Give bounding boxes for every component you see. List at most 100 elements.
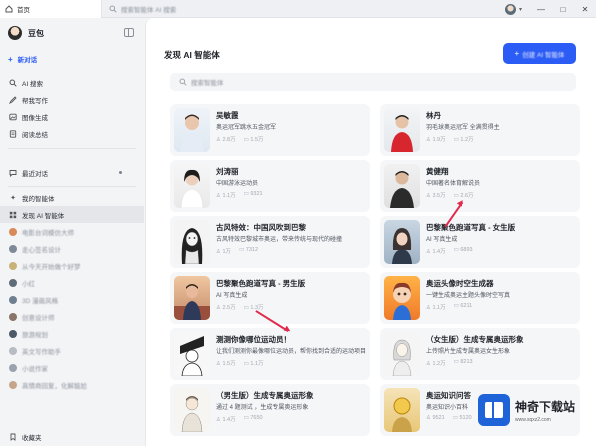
bot-avatar-icon [9, 261, 17, 270]
agent-thumbnail [174, 164, 210, 208]
agent-card[interactable]: 测测你像哪位运动员！ 让我们测测你最像哪位运动员，帮你找到合适的运动项目 ♙ 1… [170, 328, 370, 380]
agent-card[interactable]: （女生版）生成专属奥运形象 上传照片生成专属奥运女生形象 ♙ 1.2万 ▭ 82… [380, 328, 580, 380]
agent-thumbnail [174, 332, 210, 376]
agent-thumbnail [384, 276, 420, 320]
agent-stats: ♙ 9521 ▭ 5120 [426, 415, 472, 421]
sidebar-item-my-agents[interactable]: ✦ 我的智能体 [0, 189, 144, 206]
search-icon [179, 78, 187, 86]
bot-avatar-icon [9, 380, 17, 389]
plus-icon: + [8, 54, 13, 64]
agent-name: 古风特效：中国风吹到巴黎 [216, 223, 306, 232]
sidebar-divider [8, 186, 136, 187]
chevron-down-icon[interactable]: ▾ [519, 6, 522, 13]
sidebar-bot-item[interactable]: 创意设计师 [0, 308, 144, 325]
sidebar-item-label: 小红 [22, 280, 35, 288]
chat-count: ▭ 2.6万 [453, 193, 474, 199]
doc-icon [9, 129, 17, 138]
user-count: ♙ 1.4万 [426, 249, 446, 255]
new-chat-label: 新对话 [17, 57, 38, 64]
agent-card[interactable]: 黄健翔 中国著名体育解说员 ♙ 3.5万 ▭ 2.6万 [380, 160, 580, 212]
user-count: ♙ 1.2万 [426, 361, 446, 367]
sidebar-item-favorites[interactable]: 收藏夹 [0, 429, 144, 445]
sidebar-item-label: 收藏夹 [22, 435, 42, 442]
agent-card[interactable]: 巴黎聚色跑道写真 - 女生版 AI 写真生成 ♙ 1.4万 ▭ 6893 [380, 216, 580, 268]
sidebar-item-writing[interactable]: 帮我写作 [0, 91, 144, 108]
sidebar-bot-item[interactable]: 走心签名设计 [0, 240, 144, 257]
sidebar-item-label: 电影台词模仿大师 [22, 229, 74, 237]
brand: 豆包 [8, 26, 44, 40]
chat-count: ▭ 1.5万 [243, 137, 264, 143]
sidebar-item-discover[interactable]: 发现 AI 智能体 [0, 206, 144, 223]
user-count: ♙ 1万 [216, 249, 232, 255]
bot-avatar-icon [9, 227, 17, 236]
sidebar-item-label: 3D 漫画风格 [22, 297, 59, 305]
agent-card[interactable]: （男生版）生成专属奥运形象 通过 4 题测试 ，生成专属奥运形象 ♙ 1.4万 … [170, 384, 370, 436]
tool-nav: AI 搜索 帮我写作 图像生成 阅读总结 [0, 74, 144, 142]
agent-desc: AI 写真生成 [216, 293, 248, 299]
sidebar-bot-item[interactable]: 3D 漫画风格 [0, 291, 144, 308]
agent-card[interactable]: 巴黎聚色跑道写真 - 男生版 AI 写真生成 ♙ 2.5万 ▭ 1.3万 [170, 272, 370, 324]
agent-stats: ♙ 1.2万 ▭ 8213 [426, 359, 473, 367]
tab-home[interactable]: 首页 [0, 0, 102, 18]
bookmark-icon [9, 433, 17, 441]
agent-card[interactable]: 林丹 羽毛球奥运冠军 全满贯得主 ♙ 1.9万 ▭ 1.2万 [380, 104, 580, 156]
chat-count: ▭ 6893 [453, 247, 473, 253]
sidebar-collapse-icon[interactable] [124, 28, 134, 37]
agent-card[interactable]: 刘涛丽 中国游泳运动员 ♙ 1.1万 ▭ 9321 [170, 160, 370, 212]
top-search-input[interactable]: 搜索智能体 AI 搜索 [103, 0, 313, 18]
agent-stats: ♙ 1.1万 ▭ 6211 [426, 303, 472, 311]
sidebar-item-label: 创意设计师 [22, 314, 55, 322]
sidebar-bot-item[interactable]: 小红 [0, 274, 144, 291]
sidebar-item-label: 帮我写作 [22, 97, 48, 105]
sidebar-bot-item[interactable]: 从今天开始做个好梦 [0, 257, 144, 274]
close-button[interactable]: ✕ [574, 0, 596, 18]
agent-stats: ♙ 1万 ▭ 7312 [216, 247, 258, 255]
sidebar-item-label: 走心签名设计 [22, 246, 61, 254]
minimize-button[interactable]: — [530, 0, 552, 18]
agent-search-placeholder: 搜索智能体 [191, 80, 224, 87]
agent-desc: 让我们测测你最像哪位运动员，帮你找到合适的运动项目 [216, 349, 366, 355]
sidebar-item-ai-search[interactable]: AI 搜索 [0, 74, 144, 91]
sidebar-bot-item[interactable]: 旅游规划 [0, 325, 144, 342]
pen-icon [9, 95, 17, 104]
bot-avatar-icon [9, 278, 17, 287]
sidebar-bot-item[interactable]: 电影台词模仿大师 [0, 223, 144, 240]
bot-nav: ✦ 我的智能体 发现 AI 智能体 电影台词模仿大师 走心签名设计 从今天开始做… [0, 189, 144, 393]
sidebar-bot-item[interactable]: 英文写作助手 [0, 342, 144, 359]
chat-count: ▭ 7312 [239, 247, 259, 253]
brand-name: 豆包 [28, 28, 44, 38]
bot-avatar-icon [9, 363, 17, 372]
agent-card[interactable]: 吴敏霞 奥运冠军跳水五金冠军 ♙ 2.8万 ▭ 1.5万 [170, 104, 370, 156]
watermark-logo: 神奇下载站 www.sqxz2.com [478, 386, 588, 434]
user-avatar[interactable] [504, 3, 516, 15]
sidebar-item-image-gen[interactable]: 图像生成 [0, 108, 144, 125]
create-agent-button[interactable]: + 创建 AI 智能体 [503, 43, 576, 64]
sidebar-bot-item[interactable]: 高情商回复，化解尴尬 [0, 376, 144, 393]
sidebar-item-label: 旅游规划 [22, 331, 48, 339]
sidebar-item-recent[interactable]: 最近对话 [0, 164, 144, 181]
sidebar-item-reading[interactable]: 阅读总结 [0, 125, 144, 142]
sidebar-item-label: 从今天开始做个好梦 [22, 263, 81, 271]
agent-desc: 古风特效巴黎城市奥运，带来传统与现代的碰撞 [216, 237, 343, 243]
agent-thumbnail [174, 388, 210, 432]
agent-thumbnail [174, 220, 210, 264]
agent-desc: 通过 4 题测试 ，生成专属奥运形象 [216, 405, 309, 411]
agent-desc: 中国著名体育解说员 [426, 181, 481, 187]
agent-name: 刘涛丽 [216, 167, 239, 176]
agent-stats: ♙ 1.9万 ▭ 1.2万 [426, 135, 474, 143]
watermark-title: 神奇下载站 [515, 399, 576, 414]
agent-card[interactable]: 奥运头像时空生成器 一键生成奥运主题头像时空写真 ♙ 1.1万 ▭ 6211 [380, 272, 580, 324]
bot-avatar-icon [9, 295, 17, 304]
maximize-button[interactable]: □ [552, 0, 574, 18]
sidebar-item-label: 高情商回复，化解尴尬 [22, 382, 87, 390]
window-controls: ▾ — □ ✕ [504, 0, 596, 18]
agent-stats: ♙ 3.5万 ▭ 2.6万 [426, 191, 474, 199]
agent-card[interactable]: 古风特效：中国风吹到巴黎 古风特效巴黎城市奥运，带来传统与现代的碰撞 ♙ 1万 … [170, 216, 370, 268]
user-count: ♙ 2.5万 [216, 305, 236, 311]
agent-search-input[interactable]: 搜索智能体 [170, 73, 576, 91]
agent-stats: ♙ 1.4万 ▭ 7650 [216, 415, 263, 423]
search-icon [109, 5, 117, 13]
new-chat-button[interactable]: + 新对话 [8, 54, 38, 65]
sidebar-bot-item[interactable]: 小说作家 [0, 359, 144, 376]
main-panel: 发现 AI 智能体 + 创建 AI 智能体 搜索智能体 吴敏霞 奥运冠军跳水五金… [145, 18, 596, 446]
